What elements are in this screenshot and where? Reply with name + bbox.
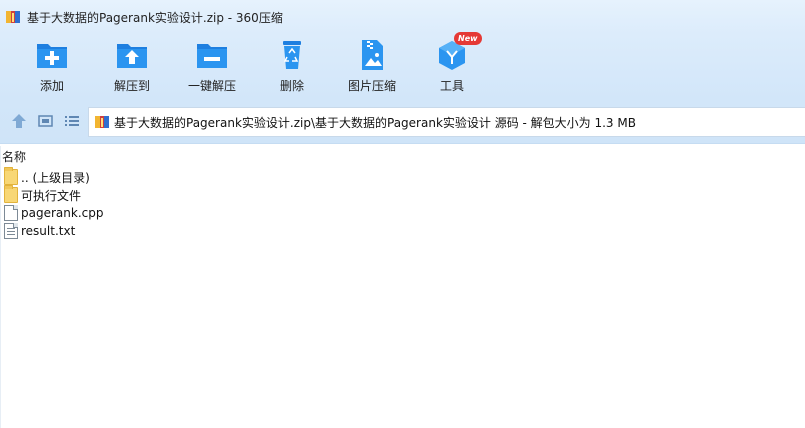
list-item-result-txt[interactable]: result.txt [0,222,805,240]
image-zip-icon [354,38,390,72]
list-item-label: .. (上级目录) [21,170,90,185]
tools-button[interactable]: 工具 [412,38,492,98]
text-file-icon [4,223,18,239]
folder-icon [4,185,18,203]
image-compress-button[interactable]: 图片压缩 [332,38,412,98]
divider [0,146,1,428]
new-badge: New [454,32,482,45]
image-compress-label: 图片压缩 [347,79,396,93]
list-item-label: pagerank.cpp [21,206,104,220]
add-button[interactable]: 添加 [12,38,92,98]
window-title: 基于大数据的Pagerank实验设计.zip - 360压缩 [27,10,283,25]
list-item-pagerank-cpp[interactable]: pagerank.cpp [0,204,805,222]
list-item-executables-folder[interactable]: 可执行文件 [0,185,805,204]
recycle-bin-icon [274,38,310,72]
tools-label: 工具 [439,79,464,93]
one-click-extract-label: 一键解压 [187,79,236,93]
list-item-label: 可执行文件 [21,188,82,203]
extract-folder-icon [114,38,150,72]
column-name-label: 名称 [2,149,27,164]
address-path: 基于大数据的Pagerank实验设计.zip\基于大数据的Pagerank实验设… [114,115,636,130]
title-bar: 基于大数据的Pagerank实验设计.zip - 360压缩 [0,0,805,34]
delete-button[interactable]: 删除 [252,38,332,98]
one-click-extract-icon [194,38,230,72]
add-icon [34,38,70,72]
delete-label: 删除 [279,79,304,93]
list-item-parent-directory[interactable]: .. (上级目录) [0,167,805,186]
list-item-label: result.txt [21,224,76,238]
add-label: 添加 [39,79,64,93]
main-toolbar: 添加 解压到 一键解压 删除 图片压缩 工具 New [0,32,805,100]
extract-to-button[interactable]: 解压到 [92,38,172,98]
column-header-name[interactable]: 名称 [0,146,805,166]
thumbnail-view-icon[interactable] [37,112,55,130]
file-list: .. (上级目录) 可执行文件 pagerank.cpp result.txt [0,167,805,240]
list-view-icon[interactable] [63,112,81,130]
archive-app-icon [5,9,21,25]
folder-icon [4,167,18,185]
archive-icon [94,114,110,130]
file-icon [4,205,18,221]
one-click-extract-button[interactable]: 一键解压 [172,38,252,98]
address-bar[interactable]: 基于大数据的Pagerank实验设计.zip\基于大数据的Pagerank实验设… [88,107,805,137]
extract-to-label: 解压到 [113,79,150,93]
up-arrow-icon[interactable] [10,112,28,130]
